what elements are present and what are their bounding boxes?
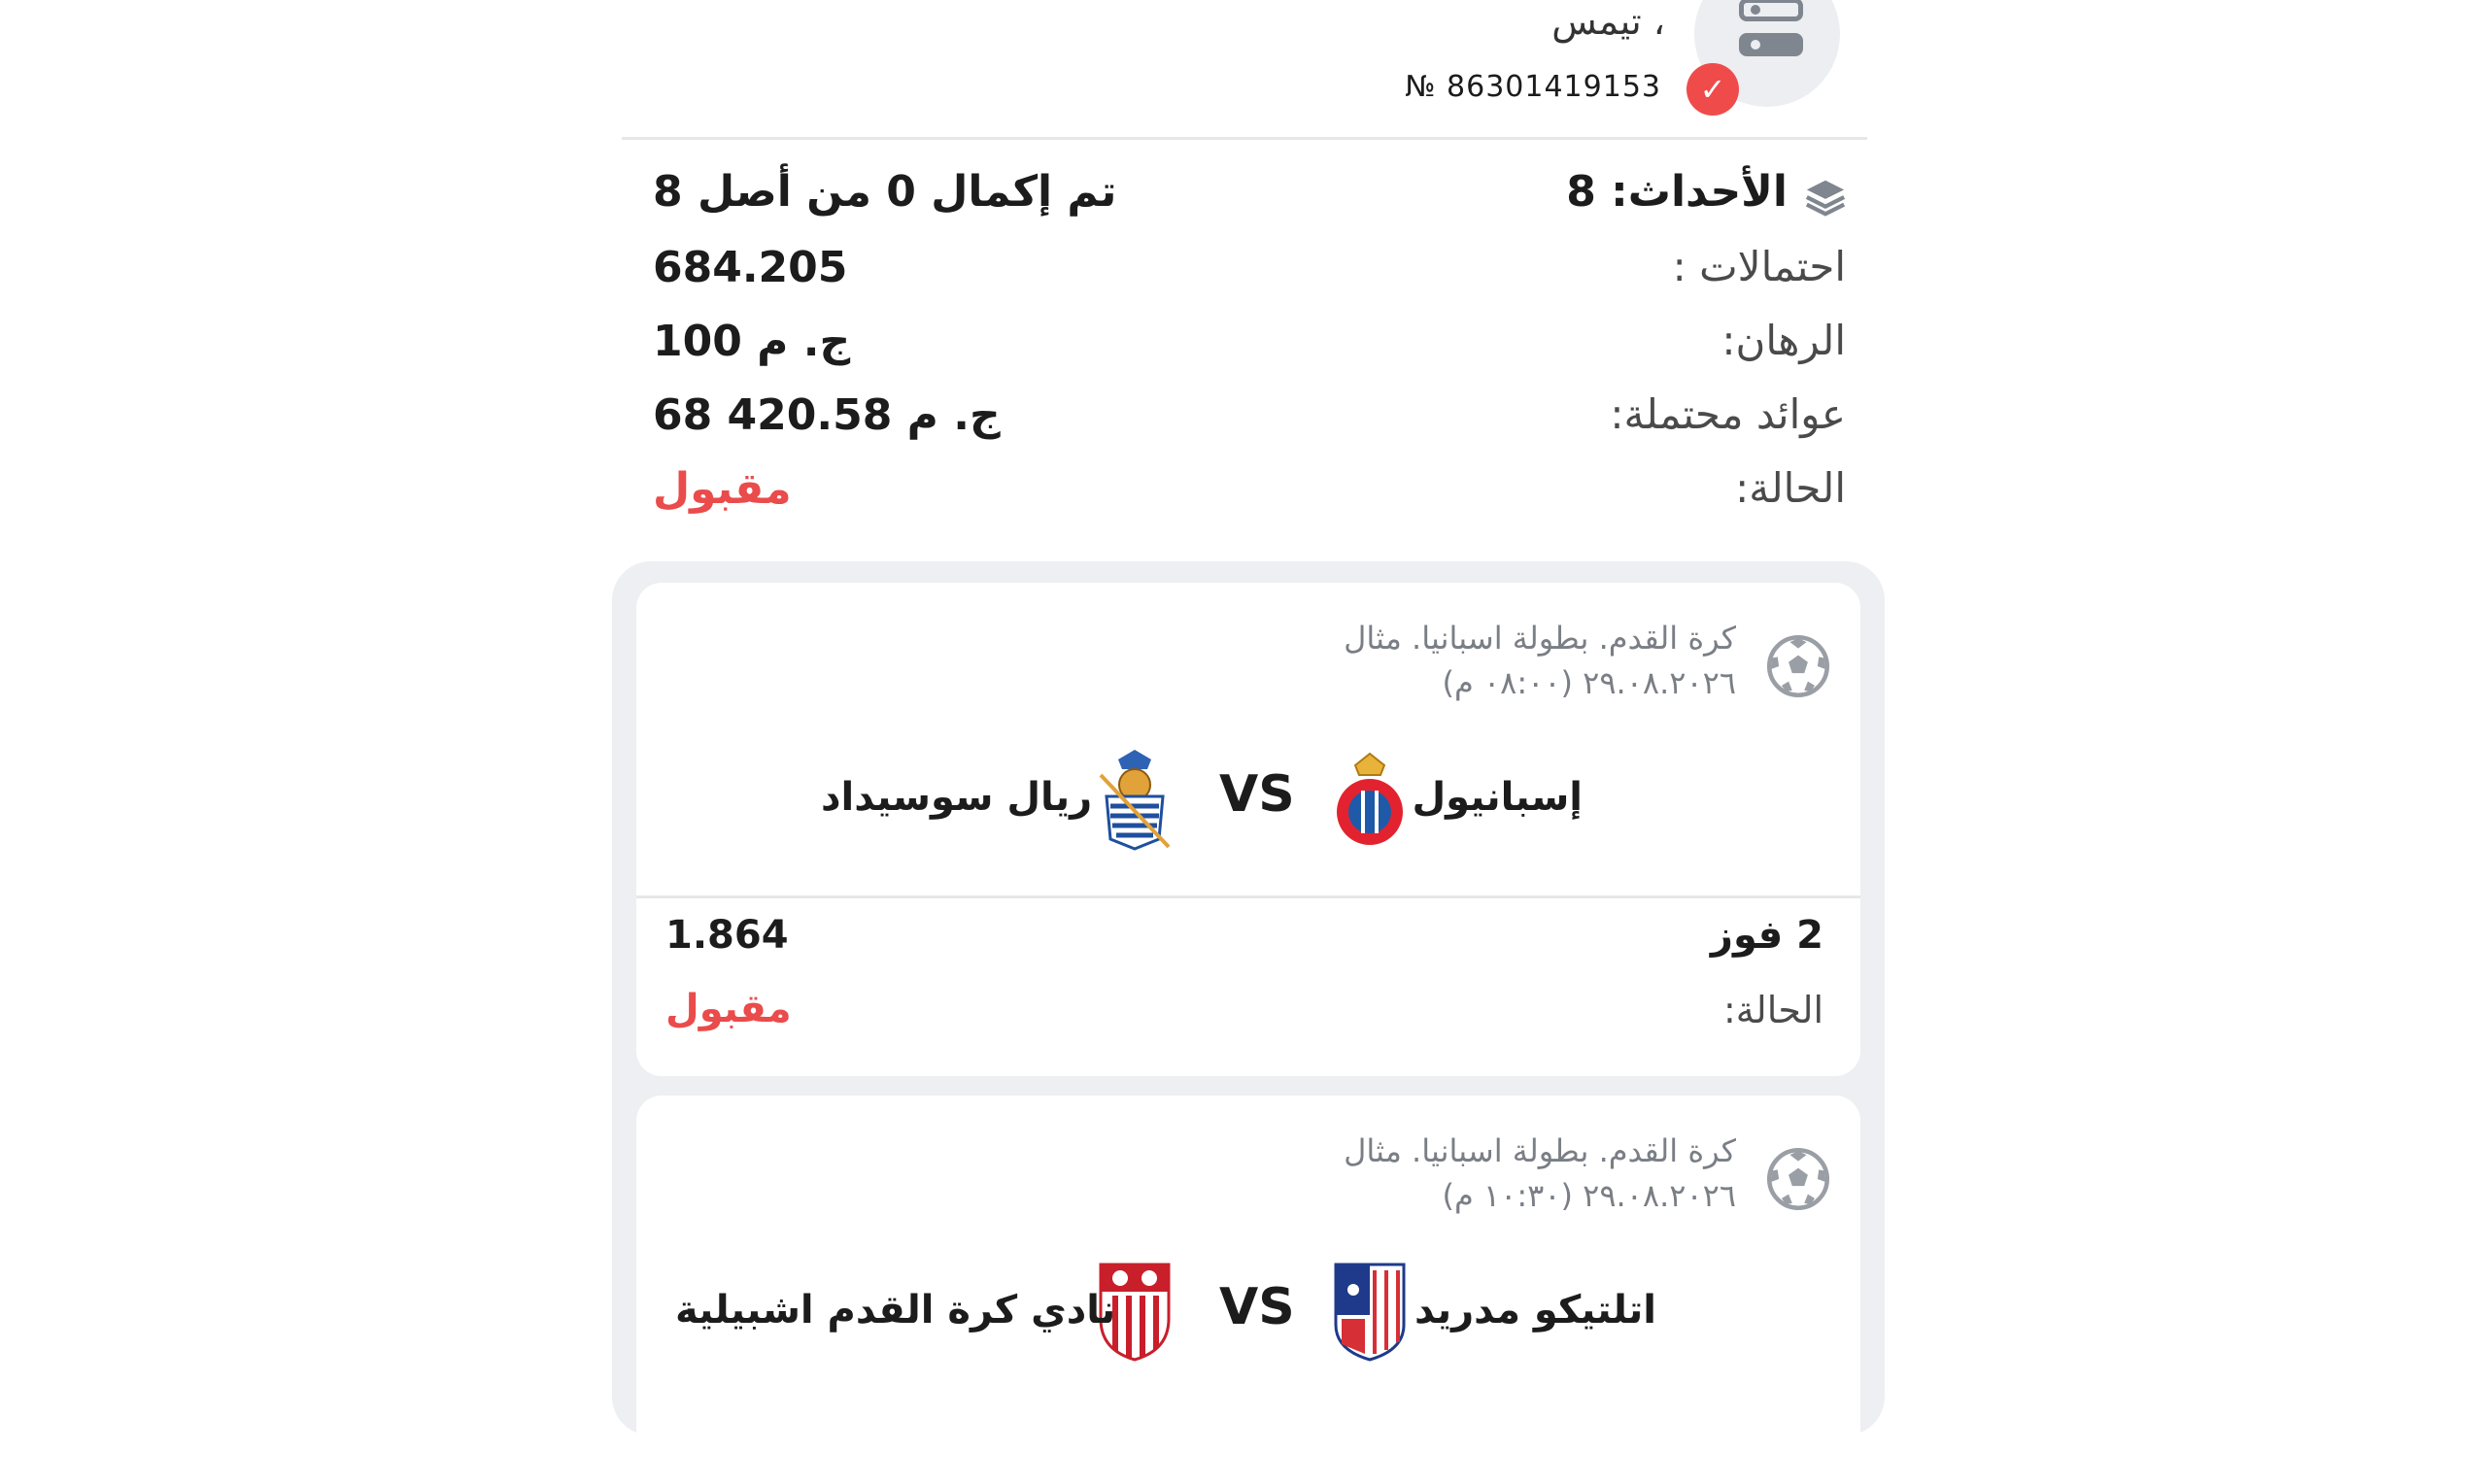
- status-badge: مقبول: [653, 464, 792, 514]
- header-divider: [622, 137, 1867, 140]
- match-datetime: ٢٩.٠٨.٢٠٢٦ (٠٨:٠٠ م): [1442, 664, 1737, 701]
- status-label: الحالة:: [1735, 464, 1846, 512]
- real-sociedad-crest-icon: [1099, 750, 1171, 851]
- home-team-name: اتلتيكو مدريد: [1414, 1288, 1656, 1332]
- card-divider: [636, 895, 1860, 898]
- layers-icon: [1805, 180, 1846, 217]
- pick-label: 2 فوز: [1710, 913, 1823, 958]
- stake-label: الرهان:: [1721, 317, 1846, 364]
- odds-label: احتمالات :: [1672, 243, 1846, 290]
- stake-value: 100 ج. م: [653, 317, 851, 366]
- status-label: الحالة:: [1723, 989, 1823, 1031]
- league-name: كرة القدم. بطولة اسبانيا. مثال: [1344, 620, 1736, 657]
- soccer-ball-icon: [1766, 1147, 1830, 1211]
- user-name: تيمس ،: [1551, 0, 1665, 43]
- progress-text: تم إكمال 0 من أصل 8: [653, 167, 1117, 217]
- away-team-name: ريال سوسيداد: [821, 775, 1093, 820]
- espanyol-crest-icon: [1337, 752, 1403, 845]
- bets-list: كرة القدم. بطولة اسبانيا. مثال ٢٩.٠٨.٢٠٢…: [612, 561, 1885, 1484]
- ticket-number: № 86301419153: [1405, 70, 1661, 104]
- odds-value: 684.205: [653, 243, 848, 292]
- payout-value: 68 420.58 ج. م: [653, 390, 1001, 440]
- vs-label: VS: [1219, 1278, 1295, 1336]
- atletico-madrid-crest-icon: [1334, 1263, 1406, 1362]
- home-team-name: إسبانيول: [1412, 775, 1583, 820]
- bet-card[interactable]: كرة القدم. بطولة اسبانيا. مثال ٢٩.٠٨.٢٠٢…: [636, 583, 1860, 1076]
- league-name: كرة القدم. بطولة اسبانيا. مثال: [1344, 1132, 1736, 1169]
- events-count: الأحداث: 8: [1566, 167, 1788, 217]
- bet-card[interactable]: كرة القدم. بطولة اسبانيا. مثال ٢٩.٠٨.٢٠٢…: [636, 1096, 1860, 1484]
- check-circle-icon: ✓: [1686, 63, 1739, 116]
- pick-odds: 1.864: [665, 913, 789, 958]
- payout-label: عوائد محتملة:: [1610, 390, 1846, 438]
- status-badge: مقبول: [665, 987, 792, 1031]
- vs-label: VS: [1219, 765, 1295, 824]
- match-datetime: ٢٩.٠٨.٢٠٢٦ (١٠:٣٠ م): [1442, 1177, 1737, 1214]
- away-team-name: نادي كرة القدم اشبيلية: [675, 1288, 1116, 1332]
- soccer-ball-icon: [1766, 634, 1830, 698]
